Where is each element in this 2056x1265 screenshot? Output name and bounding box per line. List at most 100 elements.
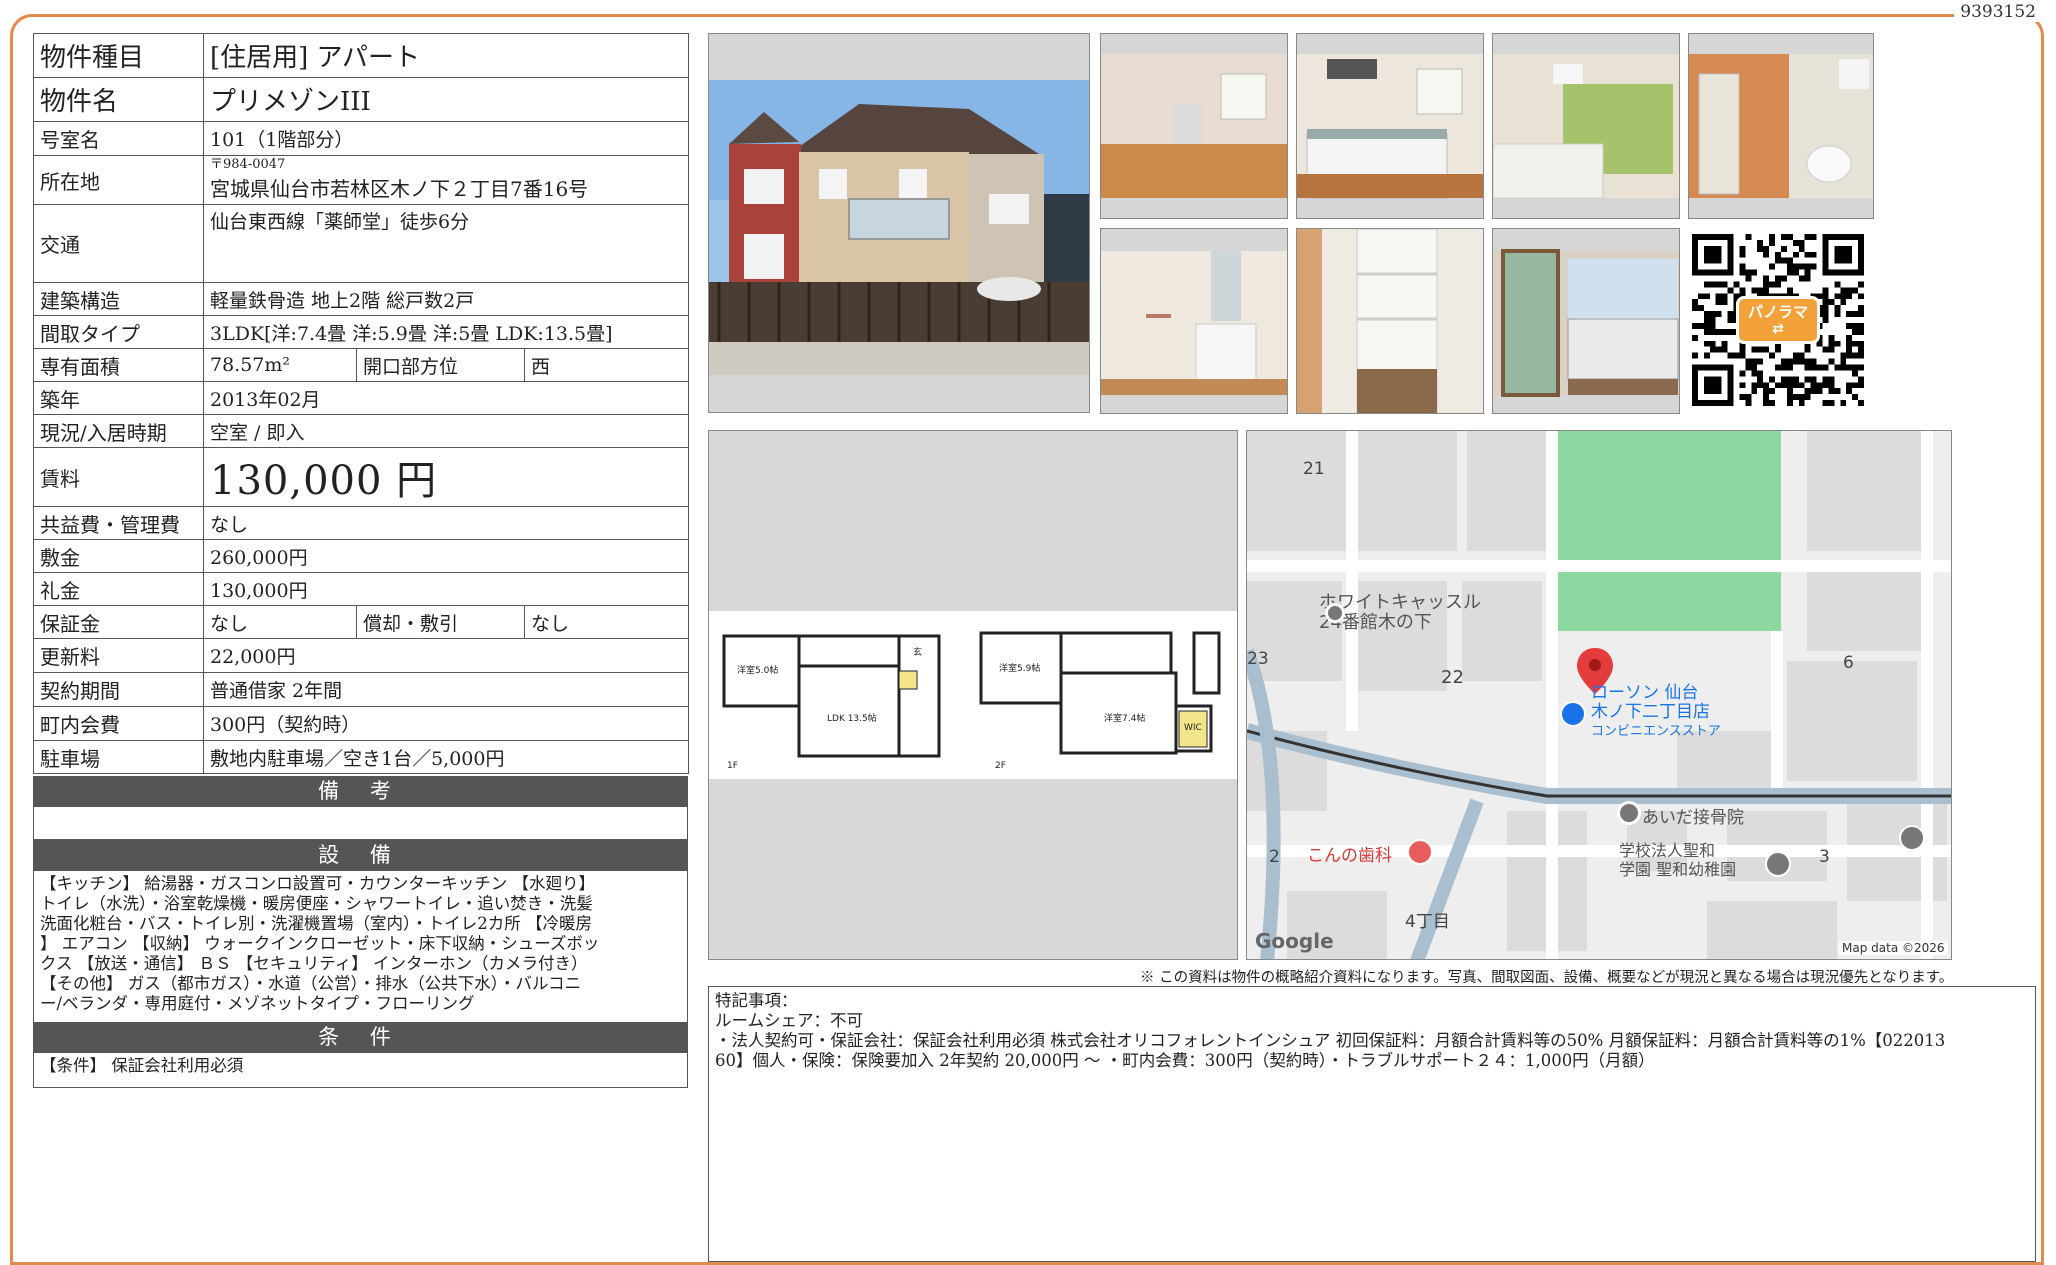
panorama-badge: パノラマ ⇄ (1736, 296, 1820, 344)
fp-room-ldk: LDK 13.5帖 (827, 714, 877, 724)
equipment-line: 】 エアコン 【収納】 ウォークインクローゼット・床下収納・シューズボッ (40, 934, 600, 953)
remarks-box (33, 806, 688, 840)
contract-value: 普通借家 2年間 (202, 672, 690, 707)
parking-label: 駐車場 (33, 740, 204, 774)
amortization-label: 償却・敷引 (356, 605, 525, 639)
deposit-label: 敷金 (33, 539, 204, 573)
special-notes-box: 特記事項： ルームシェア：不可 ・法人契約可・保証会社：保証会社利用必須 株式会… (708, 986, 2036, 1262)
map-block-6: 6 (1843, 653, 1854, 673)
direction-label: 開口部方位 (356, 348, 525, 382)
renewal-value: 22,000円 (202, 638, 690, 673)
map-block-23: 23 (1247, 649, 1269, 669)
common-fee-label: 共益費・管理費 (33, 506, 204, 540)
equipment-line: 【その他】 ガス（都市ガス）・水道（公営）・排水（公共下水）・バルコニ (40, 974, 582, 993)
direction-value: 西 (523, 348, 690, 382)
key-money-value: 130,000円 (202, 572, 690, 606)
built-label: 築年 (33, 381, 204, 415)
fp-room-western-1: 洋室5.0帖 (737, 666, 779, 676)
thumb-ldk-photo (1100, 33, 1288, 219)
thumb-washroom-photo (1100, 228, 1288, 414)
layout-label: 間取タイプ (33, 315, 204, 349)
town-fee-value: 300円（契約時） (202, 706, 690, 741)
town-fee-label: 町内会費 (33, 706, 204, 741)
school-sub: 学園 聖和幼稚園 (1619, 860, 1737, 879)
address-value: 宮城県仙台市若林区木ノ下２丁目7番16号 (210, 176, 589, 201)
fp-room-wic: WIC (1184, 723, 1202, 733)
conditions-box: 【条件】 保証会社利用必須 (33, 1052, 688, 1088)
fp-floor-1: 1F (727, 761, 738, 771)
equipment-line: クス 【放送・通信】 ＢＳ 【セキュリティ】 インターホン（カメラ付き） (40, 954, 588, 973)
fp-floor-2: 2F (995, 761, 1006, 771)
panorama-badge-label: パノラマ (1747, 303, 1808, 321)
map-block-3: 3 (1819, 847, 1830, 867)
store-icon (1560, 701, 1586, 727)
equipment-header: 設 備 (33, 840, 688, 870)
status-label: 現況/入居時期 (33, 414, 204, 448)
google-logo: Google (1255, 929, 1334, 953)
location-map[interactable]: 21 23 22 6 2 3 4丁目 ホワイトキャッスル 24番館木の下 ローソ… (1246, 430, 1952, 960)
lawson-name: ローソン 仙台 (1591, 683, 1699, 703)
room-value: 101（1階部分） (202, 121, 690, 156)
built-value: 2013年02月 (202, 381, 690, 415)
type-label: 物件種目 (33, 33, 204, 78)
equipment-line: ー/ベランダ・専用庭付・メゾネットタイプ・フローリング (40, 994, 475, 1013)
map-block-21: 21 (1303, 459, 1325, 479)
special-notes-line: ルームシェア：不可 (715, 1011, 864, 1030)
fp-entrance: 玄 (913, 648, 923, 658)
map-block-2: 2 (1269, 847, 1280, 867)
map-poi-lawson: ローソン 仙台 木ノ下二丁目店 コンビニエンスストア (1591, 684, 1721, 741)
conditions-header: 条 件 (33, 1022, 688, 1052)
equipment-line: 【キッチン】 給湯器・ガスコンロ設置可・カウンターキッチン 【水廻り】 (40, 874, 595, 893)
lawson-branch: 木ノ下二丁目店 (1591, 702, 1710, 722)
thumb-kitchen-photo (1296, 33, 1484, 219)
white-castle-pin-icon (1325, 603, 1345, 623)
contract-label: 契約期間 (33, 672, 204, 707)
special-notes-line: ・法人契約可・保証会社：保証会社利用必須 株式会社オリコフォレントインシュア 初… (715, 1031, 1946, 1050)
disclaimer-note: ※ この資料は物件の概略紹介資料になります。写真、間取図面、設備、概要などが現況… (1140, 970, 1954, 986)
thumb-closet-photo (1296, 228, 1484, 414)
layout-value: 3LDK[洋:7.4畳 洋:5.9畳 洋:5畳 LDK:13.5畳] (202, 315, 690, 349)
document-id: 9393152 (1954, 2, 2042, 22)
school-name: 学校法人聖和 (1619, 841, 1716, 860)
map-attribution: Map data ©2026 (1839, 941, 1948, 955)
address-cell: 〒984-0047 宮城県仙台市若林区木ノ下２丁目7番16号 (202, 155, 690, 205)
room-label: 号室名 (33, 121, 204, 156)
map-poi-konno: こんの歯科 (1307, 846, 1392, 866)
parking-value: 敷地内駐車場／空き1台／5,000円 (202, 740, 690, 774)
structure-value: 軽量鉄骨造 地上2階 総戸数2戸 (202, 282, 690, 316)
thumb-bath-photo (1492, 33, 1680, 219)
special-notes-line: 60】個人・保険：保険要加入 2年契約 20,000円 〜 ・町内会費：300円… (715, 1051, 1655, 1070)
equipment-line: 洗面化粧台・バス・トイレ別・洗濯機置場（室内）・トイレ2カ所 【冷暖房 (40, 914, 592, 933)
rotate-arrows-icon: ⇄ (1772, 321, 1784, 337)
fp-room-western-2: 洋室5.9帖 (999, 664, 1041, 674)
area-value: 78.57m² (203, 348, 357, 382)
floorplan-image: 洋室5.0帖 LDK 13.5帖 洋室5.9帖 洋室7.4帖 WIC 玄 1F … (708, 430, 1238, 960)
map-poi-school: 学校法人聖和 学園 聖和幼稚園 (1619, 841, 1736, 879)
exterior-photo (708, 33, 1090, 413)
qr-code[interactable]: パノラマ ⇄ (1692, 234, 1864, 406)
rent-value: 130,000 円 (202, 447, 690, 507)
name-label: 物件名 (33, 77, 204, 122)
guarantee-value: なし (203, 605, 357, 639)
property-info-table: 物件種目 [住居用] アパート 物件名 プリメゾンIII 号室名 101（1階部分） … (33, 33, 690, 774)
equipment-line: トイレ（水洗）・浴室乾燥機・暖房便座・シャワートイレ・追い焚き・洗髪 (40, 894, 593, 913)
type-value: [住居用] アパート (202, 33, 690, 78)
map-block-22: 22 (1441, 667, 1464, 688)
special-notes-title: 特記事項： (715, 991, 798, 1010)
floorplan-drawing: 洋室5.0帖 LDK 13.5帖 洋室5.9帖 洋室7.4帖 WIC 玄 1F … (709, 611, 1237, 779)
thumb-toilet-photo (1688, 33, 1874, 219)
school-icon-2 (1899, 825, 1925, 851)
map-poi-aida: あいだ接骨院 (1642, 808, 1744, 828)
thumb-balcony-photo (1492, 228, 1680, 414)
address-label: 所在地 (33, 155, 204, 205)
key-money-label: 礼金 (33, 572, 204, 606)
remarks-header: 備 考 (33, 776, 688, 806)
structure-label: 建築構造 (33, 282, 204, 316)
renewal-label: 更新料 (33, 638, 204, 673)
dental-icon (1407, 839, 1433, 865)
name-value: プリメゾンIII (202, 77, 690, 122)
fp-room-western-3: 洋室7.4帖 (1104, 714, 1146, 724)
zip-code: 〒984-0047 (210, 157, 286, 173)
lawson-category: コンビニエンスストア (1591, 724, 1721, 739)
guarantee-label: 保証金 (33, 605, 204, 639)
